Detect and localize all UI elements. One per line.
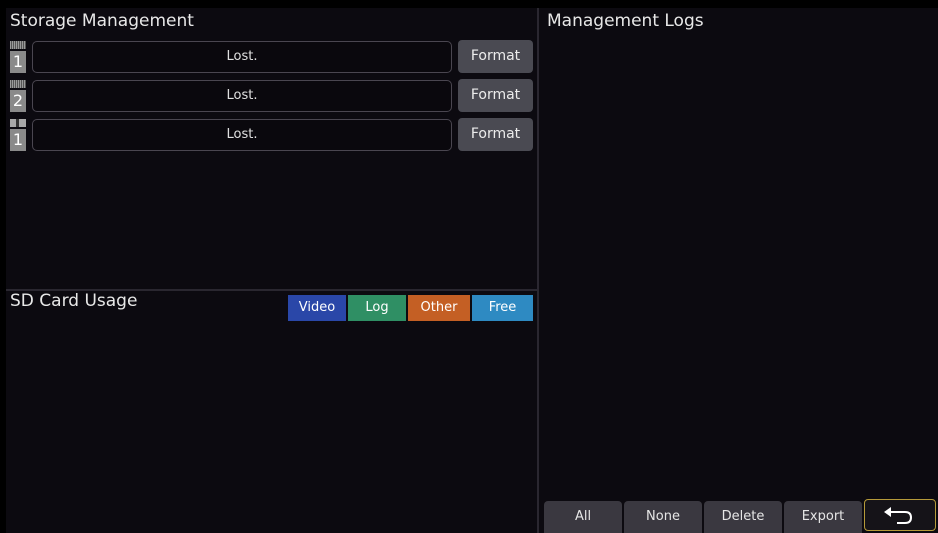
storage-status: Lost. [32, 119, 452, 151]
select-all-button[interactable]: All [544, 501, 622, 533]
legend-video: Video [288, 295, 346, 321]
format-button[interactable]: Format [458, 79, 533, 112]
storage-status: Lost. [32, 41, 452, 73]
legend-log: Log [348, 295, 406, 321]
format-button[interactable]: Format [458, 118, 533, 151]
sd-card-icon: 1 [8, 41, 28, 73]
back-arrow-icon [884, 507, 913, 524]
logs-title: Management Logs [547, 11, 704, 31]
usage-chart-area [6, 326, 536, 531]
legend-other: Other [408, 295, 470, 321]
logs-list[interactable] [542, 40, 934, 495]
slot-number: 1 [10, 51, 26, 73]
screen: Storage Management 1 Lost. Format 2 Lost… [6, 8, 938, 533]
slot-number: 1 [10, 129, 26, 151]
usb-drive-icon: 1 [8, 119, 28, 151]
sd-card-contacts [10, 80, 26, 88]
storage-status: Lost. [32, 80, 452, 112]
sd-card-icon: 2 [8, 80, 28, 112]
storage-row-usb1: 1 Lost. Format [6, 118, 536, 152]
storage-row-sd2: 2 Lost. Format [6, 79, 536, 113]
usb-connector [10, 119, 26, 127]
legend-free: Free [472, 295, 533, 321]
format-button[interactable]: Format [458, 40, 533, 73]
sd-card-contacts [10, 41, 26, 49]
panel-divider-vertical [537, 8, 539, 533]
slot-number: 2 [10, 90, 26, 112]
back-button[interactable] [864, 499, 936, 531]
usage-title: SD Card Usage [10, 291, 138, 311]
delete-button[interactable]: Delete [704, 501, 782, 533]
storage-row-sd1: 1 Lost. Format [6, 40, 536, 74]
select-none-button[interactable]: None [624, 501, 702, 533]
export-button[interactable]: Export [784, 501, 862, 533]
storage-title: Storage Management [10, 11, 194, 31]
